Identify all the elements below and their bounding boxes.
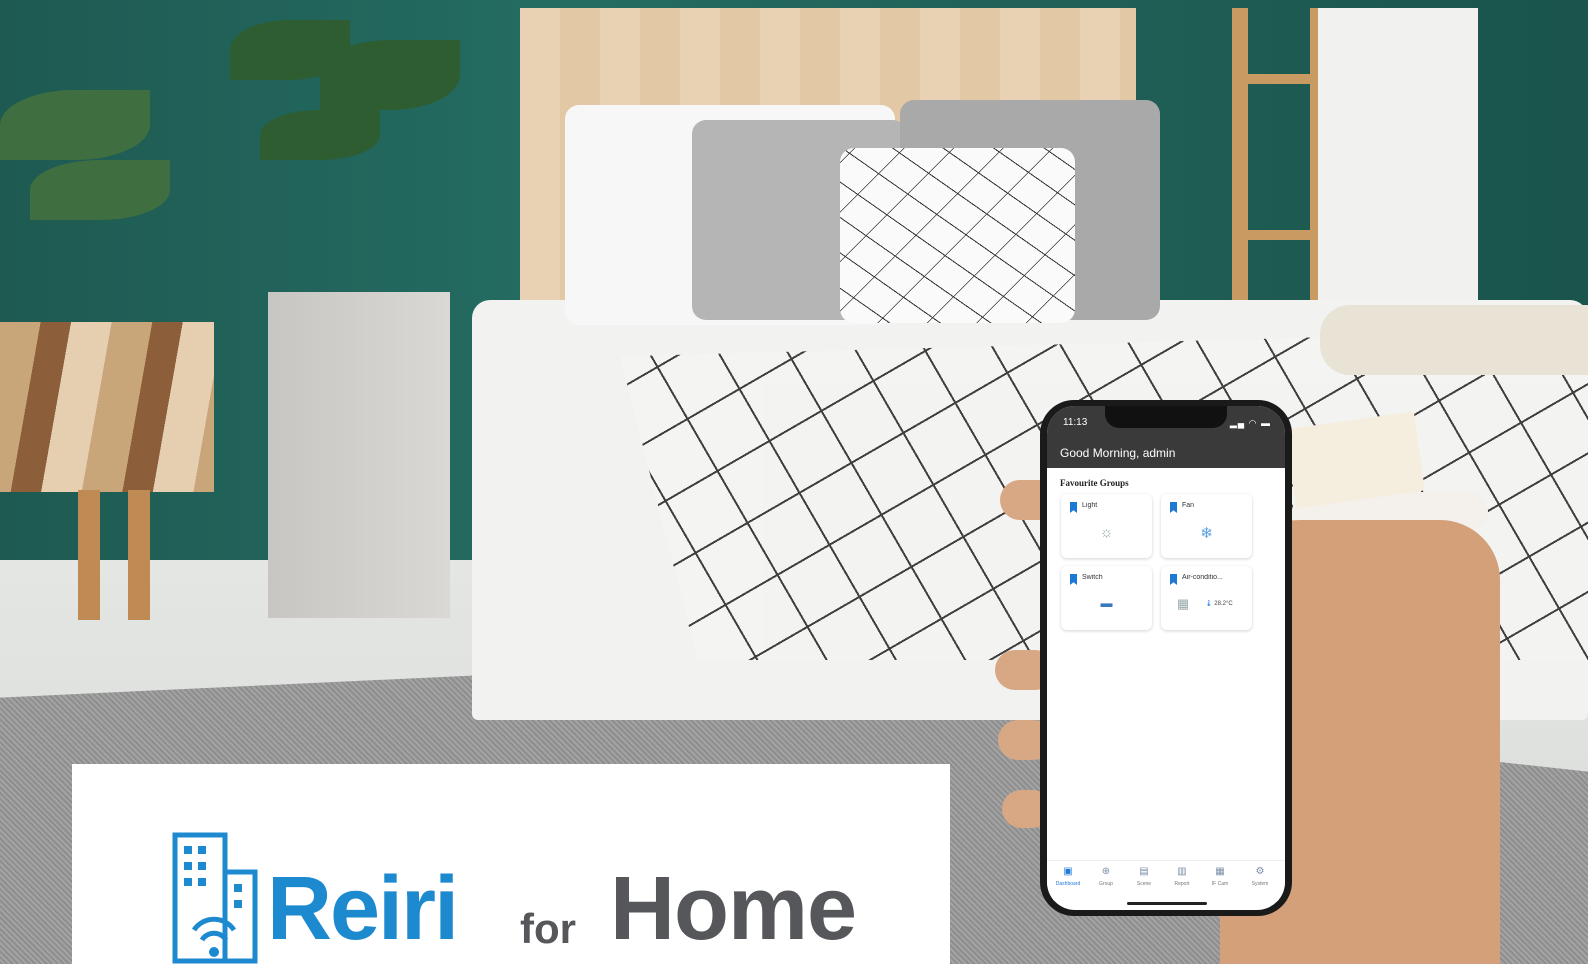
group-label: Fan: [1182, 502, 1195, 509]
tab-dashboard[interactable]: ▣ Dashboard: [1051, 865, 1085, 887]
home-indicator: [1127, 902, 1207, 905]
switch-icon: ▬: [1100, 596, 1113, 610]
tab-label: IF Cam: [1211, 881, 1229, 887]
plant-leaf: [320, 40, 460, 110]
logo-home: Home: [610, 859, 857, 959]
group-card-air-conditioner[interactable]: Air-conditio... ▦ 🌡 28.2°C: [1161, 566, 1252, 630]
logo-for: for: [520, 905, 576, 952]
tab-label: System: [1251, 881, 1269, 887]
nightstand-leg: [128, 490, 150, 620]
tab-if-cam[interactable]: ▦ IF Cam: [1203, 865, 1237, 887]
group-card-switch[interactable]: Switch ▬: [1061, 566, 1152, 630]
group-card-fan[interactable]: Fan ❄: [1161, 494, 1252, 558]
air-conditioner-icon: ▦: [1176, 596, 1190, 611]
fan-icon: ❄: [1200, 525, 1213, 542]
ladder: [1232, 8, 1248, 338]
camera-icon: ▦: [1215, 866, 1225, 877]
towel: [1318, 8, 1478, 328]
temperature-readout: 🌡 28.2°C: [1205, 600, 1233, 607]
planter: [268, 292, 450, 618]
thermometer-icon: 🌡: [1205, 601, 1213, 607]
tab-group[interactable]: ⊕ Group: [1089, 865, 1123, 887]
group-label: Switch: [1082, 574, 1103, 581]
bookmark-icon: [1170, 502, 1177, 513]
group-icon: ⊕: [1101, 866, 1111, 877]
knit-throw: [1320, 305, 1588, 375]
tab-system[interactable]: ⚙ System: [1243, 865, 1277, 887]
bookmark-icon: [1070, 502, 1077, 513]
group-label: Air-conditio...: [1182, 574, 1223, 581]
tab-label: Scene: [1136, 881, 1152, 887]
bookmark-icon: [1070, 574, 1077, 585]
brand-name: Reiri: [267, 859, 459, 959]
gear-icon: ⚙: [1255, 866, 1265, 877]
tab-label: Report: [1174, 881, 1190, 887]
group-label: Light: [1082, 502, 1098, 509]
status-bar: 11:13 ▂▄ ◠ ▬: [1047, 406, 1285, 436]
status-time: 11:13: [1063, 417, 1088, 428]
tab-label: Dashboard: [1055, 881, 1081, 887]
plant-leaf: [30, 160, 170, 220]
ladder-rung: [1232, 230, 1324, 240]
building-wifi-icon: [172, 832, 258, 964]
report-icon: ▥: [1177, 866, 1187, 877]
ladder-rung: [1232, 74, 1324, 84]
section-title: Favourite Groups: [1060, 478, 1129, 488]
signal-wifi-battery-icon: ▂▄ ◠ ▬: [1229, 418, 1271, 428]
tab-scene[interactable]: ▤ Scene: [1127, 865, 1161, 887]
plant-leaf: [0, 90, 150, 160]
tab-label: Group: [1099, 881, 1113, 887]
bottom-tab-bar: ▣ Dashboard ⊕ Group ▤ Scene ▥ Report ▦ I…: [1047, 860, 1285, 901]
group-card-light[interactable]: Light ☼: [1061, 494, 1152, 558]
dashboard-icon: ▣: [1063, 866, 1073, 877]
bookmark-icon: [1170, 574, 1177, 585]
nightstand-leg: [78, 490, 100, 620]
app-header: Good Morning, admin: [1047, 436, 1285, 468]
lightbulb-icon: ☼: [1099, 524, 1114, 541]
scene-icon: ▤: [1139, 866, 1149, 877]
greeting: Good Morning, admin: [1060, 446, 1176, 460]
tab-report[interactable]: ▥ Report: [1165, 865, 1199, 887]
plant-leaf: [260, 110, 380, 160]
nightstand: [0, 322, 214, 492]
temperature-value: 28.2°C: [1214, 601, 1233, 607]
pillow-geometric: [840, 148, 1075, 323]
phone-screen: 11:13 ▂▄ ◠ ▬ Good Morning, admin Favouri…: [1047, 406, 1285, 910]
notch: [1105, 406, 1227, 428]
logo-panel: Reiri for Home: [72, 764, 950, 964]
